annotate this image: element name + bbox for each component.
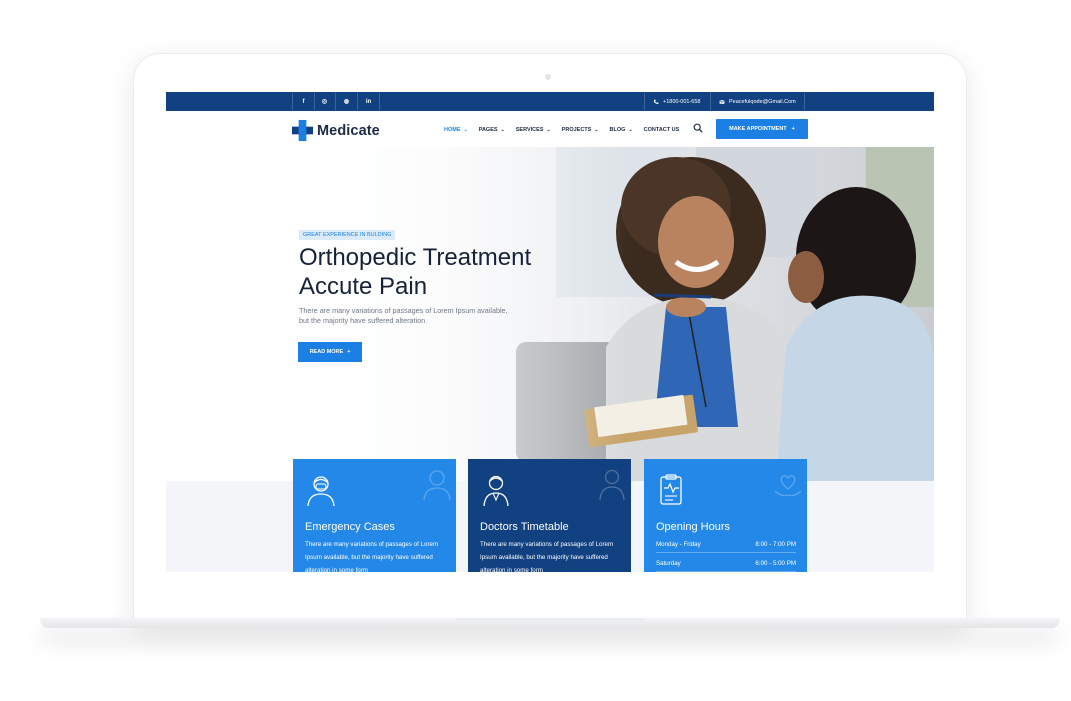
- search-icon[interactable]: [693, 123, 703, 133]
- nav-home[interactable]: HOME ⌄: [444, 127, 468, 133]
- hours-day: Saturday: [656, 560, 681, 567]
- doctors-timetable-card[interactable]: Doctors Timetable There are many variati…: [468, 459, 631, 572]
- hero-badge: GREAT EXPERIENCE IN BULDING: [299, 230, 396, 240]
- facebook-icon[interactable]: f: [292, 92, 315, 111]
- main-header: Medicate HOME ⌄ PAGES ⌄ SERVICES ⌄ PROJE…: [166, 111, 934, 147]
- doctor-ghost-icon: [599, 469, 625, 501]
- doctors-title: Doctors Timetable: [480, 521, 569, 533]
- logo[interactable]: Medicate: [291, 119, 380, 142]
- doctor-mask-icon: [307, 476, 335, 507]
- hours-row: Monday - Friday 8:00 - 7:00 PM: [656, 539, 796, 553]
- email-address: Peacefulqode@Gmail.Com: [729, 98, 796, 105]
- read-more-label: READ MORE: [309, 349, 344, 355]
- nav-services[interactable]: SERVICES ⌄: [516, 127, 551, 133]
- hours-day: Monday - Friday: [656, 541, 701, 548]
- top-bar: f ◎ ◍ in +1800-001-658 Peacefulqode@Gmai…: [166, 92, 934, 111]
- hours-title: Opening Hours: [656, 521, 730, 533]
- appointment-label: MAKE APPOINTMENT: [729, 126, 787, 132]
- nav-pages-label: PAGES: [478, 127, 498, 133]
- hero-title-line2: Accute Pain: [299, 273, 428, 300]
- nav-blog[interactable]: BLOG ⌄: [610, 127, 633, 133]
- chevron-down-icon: ⌄: [500, 127, 505, 133]
- email-contact[interactable]: Peacefulqode@Gmail.Com: [710, 92, 805, 111]
- mail-icon: [719, 99, 725, 104]
- doctor-icon: [483, 475, 509, 507]
- emergency-card[interactable]: Emergency Cases There are many variation…: [293, 459, 456, 572]
- nav-pages[interactable]: PAGES ⌄: [479, 127, 505, 133]
- hero-overlay: [166, 147, 934, 481]
- make-appointment-button[interactable]: MAKE APPOINTMENT +: [716, 119, 808, 139]
- nav-services-label: SERVICES: [515, 127, 544, 133]
- camera-dot: [545, 74, 551, 80]
- medical-cross-icon: [291, 119, 314, 142]
- hours-time: 8:00 - 7:00 PM: [755, 541, 796, 548]
- laptop-notch: [455, 618, 645, 624]
- emergency-title: Emergency Cases: [305, 521, 395, 533]
- nav-home-label: HOME: [444, 127, 461, 133]
- chevron-down-icon: ⌄: [594, 127, 599, 133]
- phone-contact[interactable]: +1800-001-658: [644, 92, 708, 111]
- chevron-down-icon: ⌄: [463, 127, 468, 133]
- hours-row: Saturday 6:00 - 5:00 PM: [656, 558, 796, 572]
- emergency-text: There are many variations of passages of…: [305, 541, 439, 572]
- nav-projects-label: PROJECTS: [561, 127, 592, 133]
- clipboard-heartbeat-icon: [660, 474, 682, 505]
- phone-number: +1800-001-658: [663, 98, 701, 105]
- main-nav: HOME ⌄ PAGES ⌄ SERVICES ⌄ PROJECTS ⌄ BLO…: [444, 127, 690, 133]
- hours-time: 6:00 - 5:00 PM: [755, 560, 796, 567]
- chevron-down-icon: ⌄: [546, 127, 551, 133]
- plus-icon: +: [347, 349, 351, 355]
- opening-hours-card[interactable]: Opening Hours Monday - Friday 8:00 - 7:0…: [644, 459, 807, 572]
- nav-contact-label: CONTACT US: [643, 127, 680, 133]
- doctors-text: There are many variations of passages of…: [480, 541, 614, 572]
- logo-text: Medicate: [317, 122, 380, 139]
- hero-section: GREAT EXPERIENCE IN BULDING Orthopedic T…: [166, 147, 934, 481]
- hero-title: Orthopedic Treatment Accute Pain: [299, 243, 619, 301]
- phone-icon: [653, 99, 659, 104]
- hero-title-line1: Orthopedic Treatment: [299, 244, 532, 271]
- instagram-icon[interactable]: ◎: [314, 92, 336, 111]
- chevron-down-icon: ⌄: [628, 127, 633, 133]
- nav-projects[interactable]: PROJECTS ⌄: [562, 127, 599, 133]
- website-screen: f ◎ ◍ in +1800-001-658 Peacefulqode@Gmai…: [166, 92, 934, 572]
- nav-blog-label: BLOG: [609, 127, 626, 133]
- plus-icon: +: [791, 126, 795, 132]
- hours-table: Monday - Friday 8:00 - 7:00 PM Saturday …: [656, 539, 796, 572]
- read-more-button[interactable]: READ MORE +: [298, 342, 362, 362]
- doctor-ghost-icon: [423, 470, 451, 501]
- heart-hand-ghost-icon: [774, 475, 802, 497]
- hero-description: There are many variations of passages of…: [299, 306, 508, 325]
- linkedin-icon[interactable]: in: [358, 92, 380, 111]
- nav-contact[interactable]: CONTACT US: [644, 127, 680, 133]
- pinterest-icon[interactable]: ◍: [336, 92, 358, 111]
